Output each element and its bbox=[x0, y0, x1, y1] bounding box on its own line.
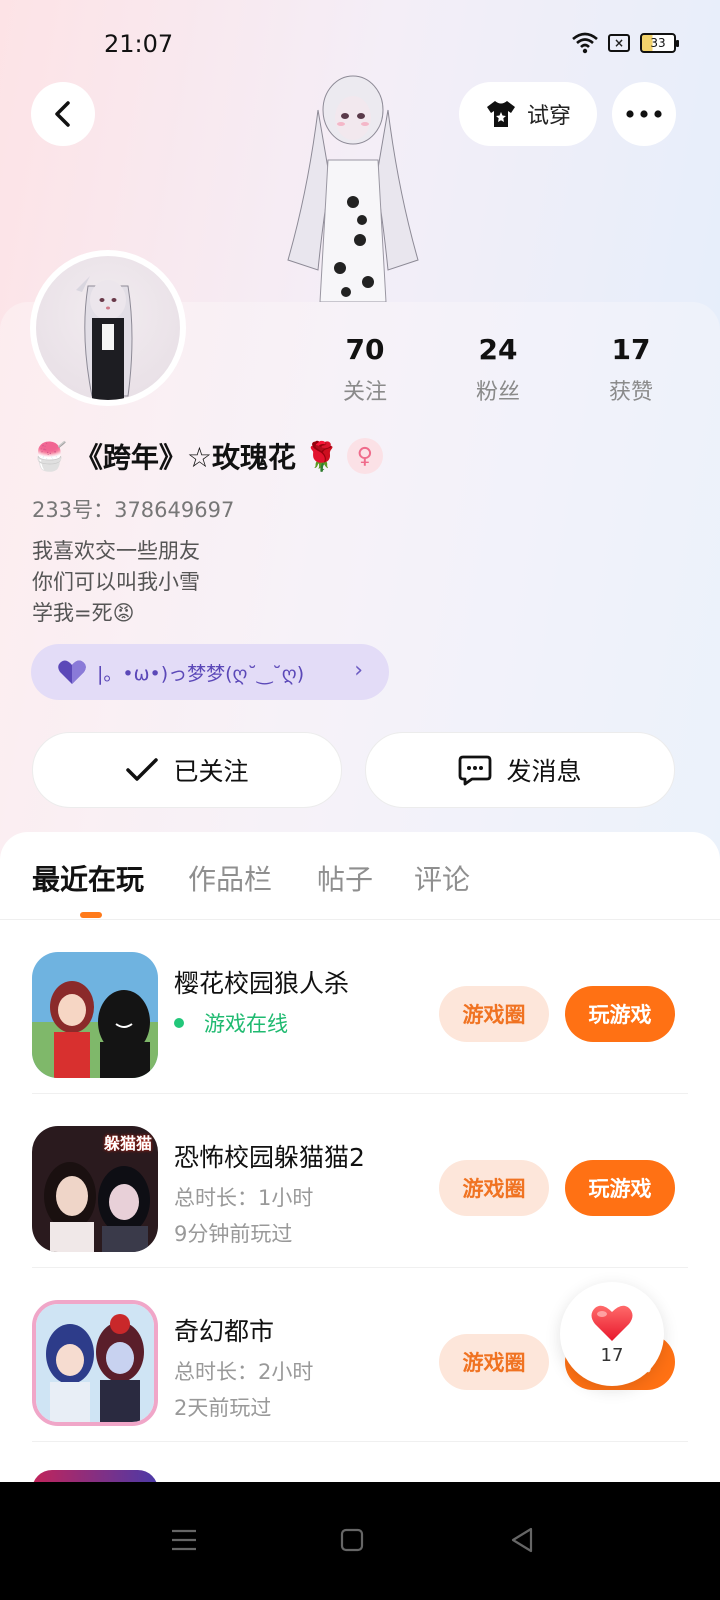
chat-bubble-icon bbox=[459, 755, 492, 786]
back-button[interactable] bbox=[31, 82, 95, 146]
wifi-icon bbox=[572, 32, 598, 54]
game-title: 樱花校园狼人杀 bbox=[174, 969, 350, 998]
divider bbox=[32, 1441, 688, 1442]
square-home-icon bbox=[340, 1528, 364, 1552]
bio-line: 你们可以叫我小雪 bbox=[32, 570, 200, 594]
stat-fans-label: 粉丝 bbox=[475, 380, 520, 405]
menu-nav-button[interactable] bbox=[164, 1520, 204, 1560]
game-list-item[interactable]: 躲猫猫 恐怖校园躲猫猫2 总时长：1小时 9分钟前玩过 游戏圈 玩游戏 bbox=[0, 1094, 720, 1268]
tab-bar: 最近在玩 作品栏 帖子 评论 bbox=[0, 832, 720, 920]
user-id: 233号：378649697 bbox=[32, 498, 235, 522]
followed-label: 已关注 bbox=[173, 757, 249, 786]
play-game-button[interactable]: 玩游戏 bbox=[565, 1160, 675, 1216]
game-title: 恐怖校园躲猫猫2 bbox=[174, 1143, 365, 1172]
username: 《跨年》☆玫瑰花 bbox=[74, 441, 296, 474]
online-dot-icon bbox=[174, 1018, 184, 1028]
system-navigation-bar bbox=[0, 1482, 720, 1600]
try-on-button[interactable]: 试穿 bbox=[459, 82, 597, 146]
tab-recently-played[interactable]: 最近在玩 bbox=[32, 858, 144, 898]
username-row: 🍧 《跨年》☆玫瑰花 🌹 ♀ bbox=[32, 436, 383, 476]
female-gender-icon: ♀ bbox=[346, 438, 383, 474]
stat-likes-label: 获赞 bbox=[608, 380, 653, 405]
followed-button[interactable]: 已关注 bbox=[32, 732, 342, 808]
name-emoji-right: 🌹 bbox=[303, 439, 339, 473]
game-circle-button[interactable]: 游戏圈 bbox=[439, 986, 549, 1042]
cp-relationship-tag[interactable]: |。•ω•)っ梦梦(ღ˘‿˘ღ) › bbox=[31, 644, 389, 700]
game-title: 奇幻都市 bbox=[174, 1317, 275, 1346]
tshirt-icon bbox=[486, 101, 515, 127]
send-message-label: 发消息 bbox=[506, 757, 582, 786]
tab-comments[interactable]: 评论 bbox=[414, 858, 470, 898]
stat-following-value: 70 bbox=[345, 333, 385, 366]
game-last-played: 9分钟前玩过 bbox=[174, 1222, 293, 1246]
stat-likes-value: 17 bbox=[611, 333, 651, 366]
stat-likes[interactable]: 17 获赞 bbox=[581, 330, 681, 406]
send-message-button[interactable]: 发消息 bbox=[365, 732, 675, 808]
tab-posts[interactable]: 帖子 bbox=[317, 858, 373, 898]
try-on-label: 试穿 bbox=[526, 104, 571, 129]
home-nav-button[interactable] bbox=[332, 1520, 372, 1560]
gender-symbol: ♀ bbox=[356, 443, 373, 469]
game-icon[interactable]: 躲猫猫 bbox=[32, 1126, 158, 1252]
name-emoji-left: 🍧 bbox=[32, 439, 67, 473]
triangle-back-icon bbox=[511, 1527, 533, 1553]
game-circle-button[interactable]: 游戏圈 bbox=[439, 1160, 549, 1216]
game-icon-text: 躲猫猫 bbox=[103, 1134, 152, 1153]
bio: 我喜欢交一些朋友 你们可以叫我小雪 学我=死😡 bbox=[32, 536, 200, 629]
check-icon bbox=[126, 758, 159, 781]
heart-icon bbox=[58, 660, 86, 684]
game-last-played: 2天前玩过 bbox=[174, 1396, 272, 1420]
avatar-image bbox=[36, 256, 180, 400]
user-avatar[interactable] bbox=[30, 250, 186, 406]
cp-tag-label: |。•ω•)っ梦梦(ღ˘‿˘ღ) bbox=[97, 662, 305, 685]
play-game-button[interactable]: 玩游戏 bbox=[565, 986, 675, 1042]
status-icons: × 33 bbox=[572, 32, 679, 54]
menu-lines-icon bbox=[172, 1529, 196, 1551]
game-list-item[interactable]: 樱花校园狼人杀 游戏在线 游戏圈 玩游戏 bbox=[0, 920, 720, 1094]
tab-indicator bbox=[80, 912, 102, 918]
game-duration: 总时长：1小时 bbox=[174, 1186, 314, 1210]
tab-works[interactable]: 作品栏 bbox=[188, 858, 272, 898]
battery-icon: 33 bbox=[640, 33, 679, 53]
heart-icon bbox=[591, 1305, 633, 1341]
avatar-figure bbox=[76, 276, 133, 400]
game-status: 游戏在线 bbox=[174, 1008, 288, 1038]
game-icon[interactable] bbox=[32, 1300, 158, 1426]
more-options-button[interactable] bbox=[612, 82, 676, 146]
stat-following[interactable]: 70 关注 bbox=[315, 330, 415, 406]
online-status-label: 游戏在线 bbox=[204, 1012, 288, 1036]
chevron-right-icon: › bbox=[354, 658, 363, 683]
battery-level: 33 bbox=[650, 36, 666, 50]
back-nav-button[interactable] bbox=[502, 1520, 542, 1560]
more-dots-icon bbox=[626, 110, 662, 118]
like-count: 17 bbox=[600, 1344, 624, 1366]
game-icon[interactable] bbox=[32, 952, 158, 1078]
status-time: 21:07 bbox=[104, 30, 174, 58]
no-sim-icon: × bbox=[608, 34, 630, 52]
chevron-left-icon bbox=[55, 101, 70, 127]
bio-line: 学我=死😡 bbox=[32, 601, 135, 625]
game-circle-button[interactable]: 游戏圈 bbox=[439, 1334, 549, 1390]
bio-line: 我喜欢交一些朋友 bbox=[32, 539, 200, 563]
stat-fans-value: 24 bbox=[478, 333, 518, 366]
stat-following-label: 关注 bbox=[342, 380, 387, 405]
stat-fans[interactable]: 24 粉丝 bbox=[448, 330, 548, 406]
floating-like-button[interactable]: 17 bbox=[560, 1282, 664, 1386]
game-duration: 总时长：2小时 bbox=[174, 1360, 314, 1384]
character-avatar-figure bbox=[287, 75, 419, 302]
